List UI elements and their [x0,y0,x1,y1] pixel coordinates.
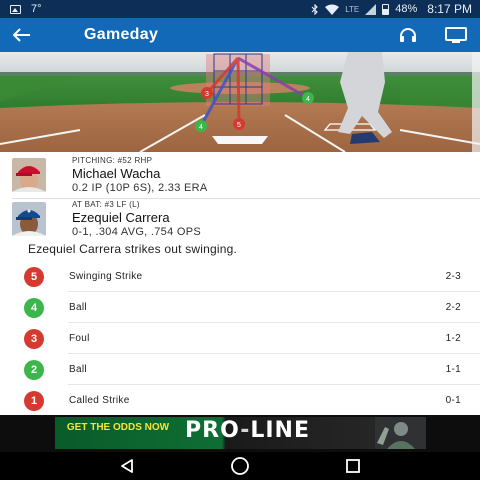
pitch-description: Swinging Strike [69,271,143,282]
app-bar: Gameday [0,18,480,52]
at-bat-summary: Ezequiel Carrera strikes out swinging. [28,242,238,256]
pitch-description: Ball [69,364,87,375]
network-type: LTE [345,4,360,14]
notification-temperature: 7° [31,3,42,15]
pitch-row[interactable]: 2 Ball 1-1 [0,354,480,385]
image-icon [10,4,21,14]
back-triangle-icon [120,459,133,473]
pitch-marker[interactable]: 4 [195,120,207,132]
pitch-view[interactable]: 3 4 5 4 [0,52,480,152]
tv-button[interactable] [432,18,480,52]
pitch-count: 2-3 [445,271,461,282]
pitch-number-badge: 5 [24,266,44,287]
pitch-count: 1-1 [445,364,461,375]
pitcher-stats: 0.2 IP (10P 6S), 2.33 ERA [72,182,208,194]
gameday-screen: 7° LTE 48% 8:17 PM Gameday 3 4 5 4 PITCH… [0,0,480,480]
pitcher-name: Michael Wacha [72,166,161,181]
clock: 8:17 PM [427,2,472,16]
svg-text:3: 3 [205,91,209,98]
nav-home-button[interactable] [220,452,260,480]
back-arrow-icon [13,28,30,42]
back-button[interactable] [0,18,44,52]
pitch-marker[interactable]: 4 [302,92,314,104]
pitcher-avatar [12,158,46,192]
audio-button[interactable] [384,18,432,52]
battery-percent: 48% [395,3,418,15]
ad-brand: PRO-LINE [185,418,310,443]
pitch-number-badge: 3 [24,328,44,349]
nav-recents-button[interactable] [333,452,373,480]
recents-square-icon [346,459,361,473]
signal-icon [365,3,377,15]
pitch-row[interactable]: 5 Swinging Strike 2-3 [0,261,480,292]
ad-player-graphic [375,417,426,449]
status-bar: 7° LTE 48% 8:17 PM [0,0,480,18]
pitch-marker[interactable]: 3 [201,87,213,99]
battery-icon [382,3,390,15]
pitch-description: Foul [69,333,90,344]
pitch-description: Ball [69,302,87,313]
headphones-icon [400,28,416,42]
system-nav-bar [0,452,480,480]
batter-name: Ezequiel Carrera [72,210,170,225]
pitch-number-badge: 2 [24,359,44,380]
ad-banner[interactable]: GET THE ODDS NOW PRO-LINE [55,417,426,449]
field-illustration: 3 4 5 4 [0,52,480,152]
pitch-count: 1-2 [445,333,461,344]
svg-text:4: 4 [199,124,203,131]
batter-stats: 0-1, .304 AVG, .754 OPS [72,226,201,238]
pitch-row[interactable]: 3 Foul 1-2 [0,323,480,354]
pitcher-role: PITCHING: #52 RHP [72,156,153,165]
pitch-marker[interactable]: 5 [233,118,245,130]
pitch-row[interactable]: 4 Ball 2-2 [0,292,480,323]
pitch-count: 0-1 [445,395,461,406]
page-title: Gameday [84,26,159,43]
pitch-description: Called Strike [69,395,130,406]
pitch-count: 2-2 [445,302,461,313]
bluetooth-icon [311,3,318,15]
nav-back-button[interactable] [107,452,147,480]
pitch-row[interactable]: 1 Called Strike 0-1 [0,385,480,416]
svg-text:4: 4 [306,96,310,103]
batter-role: AT BAT: #3 LF (L) [72,200,140,209]
wifi-icon [325,4,340,15]
batter-avatar [12,202,46,236]
tv-icon [445,27,467,43]
home-circle-icon [231,457,249,475]
pitcher-row[interactable]: PITCHING: #52 RHP Michael Wacha 0.2 IP (… [0,154,480,196]
batter-row[interactable]: AT BAT: #3 LF (L) Ezequiel Carrera 0-1, … [0,198,480,240]
pitch-number-badge: 1 [24,390,44,411]
ad-cta-text: GET THE ODDS NOW [66,422,170,433]
pitch-number-badge: 4 [24,297,44,318]
svg-text:5: 5 [237,122,241,129]
